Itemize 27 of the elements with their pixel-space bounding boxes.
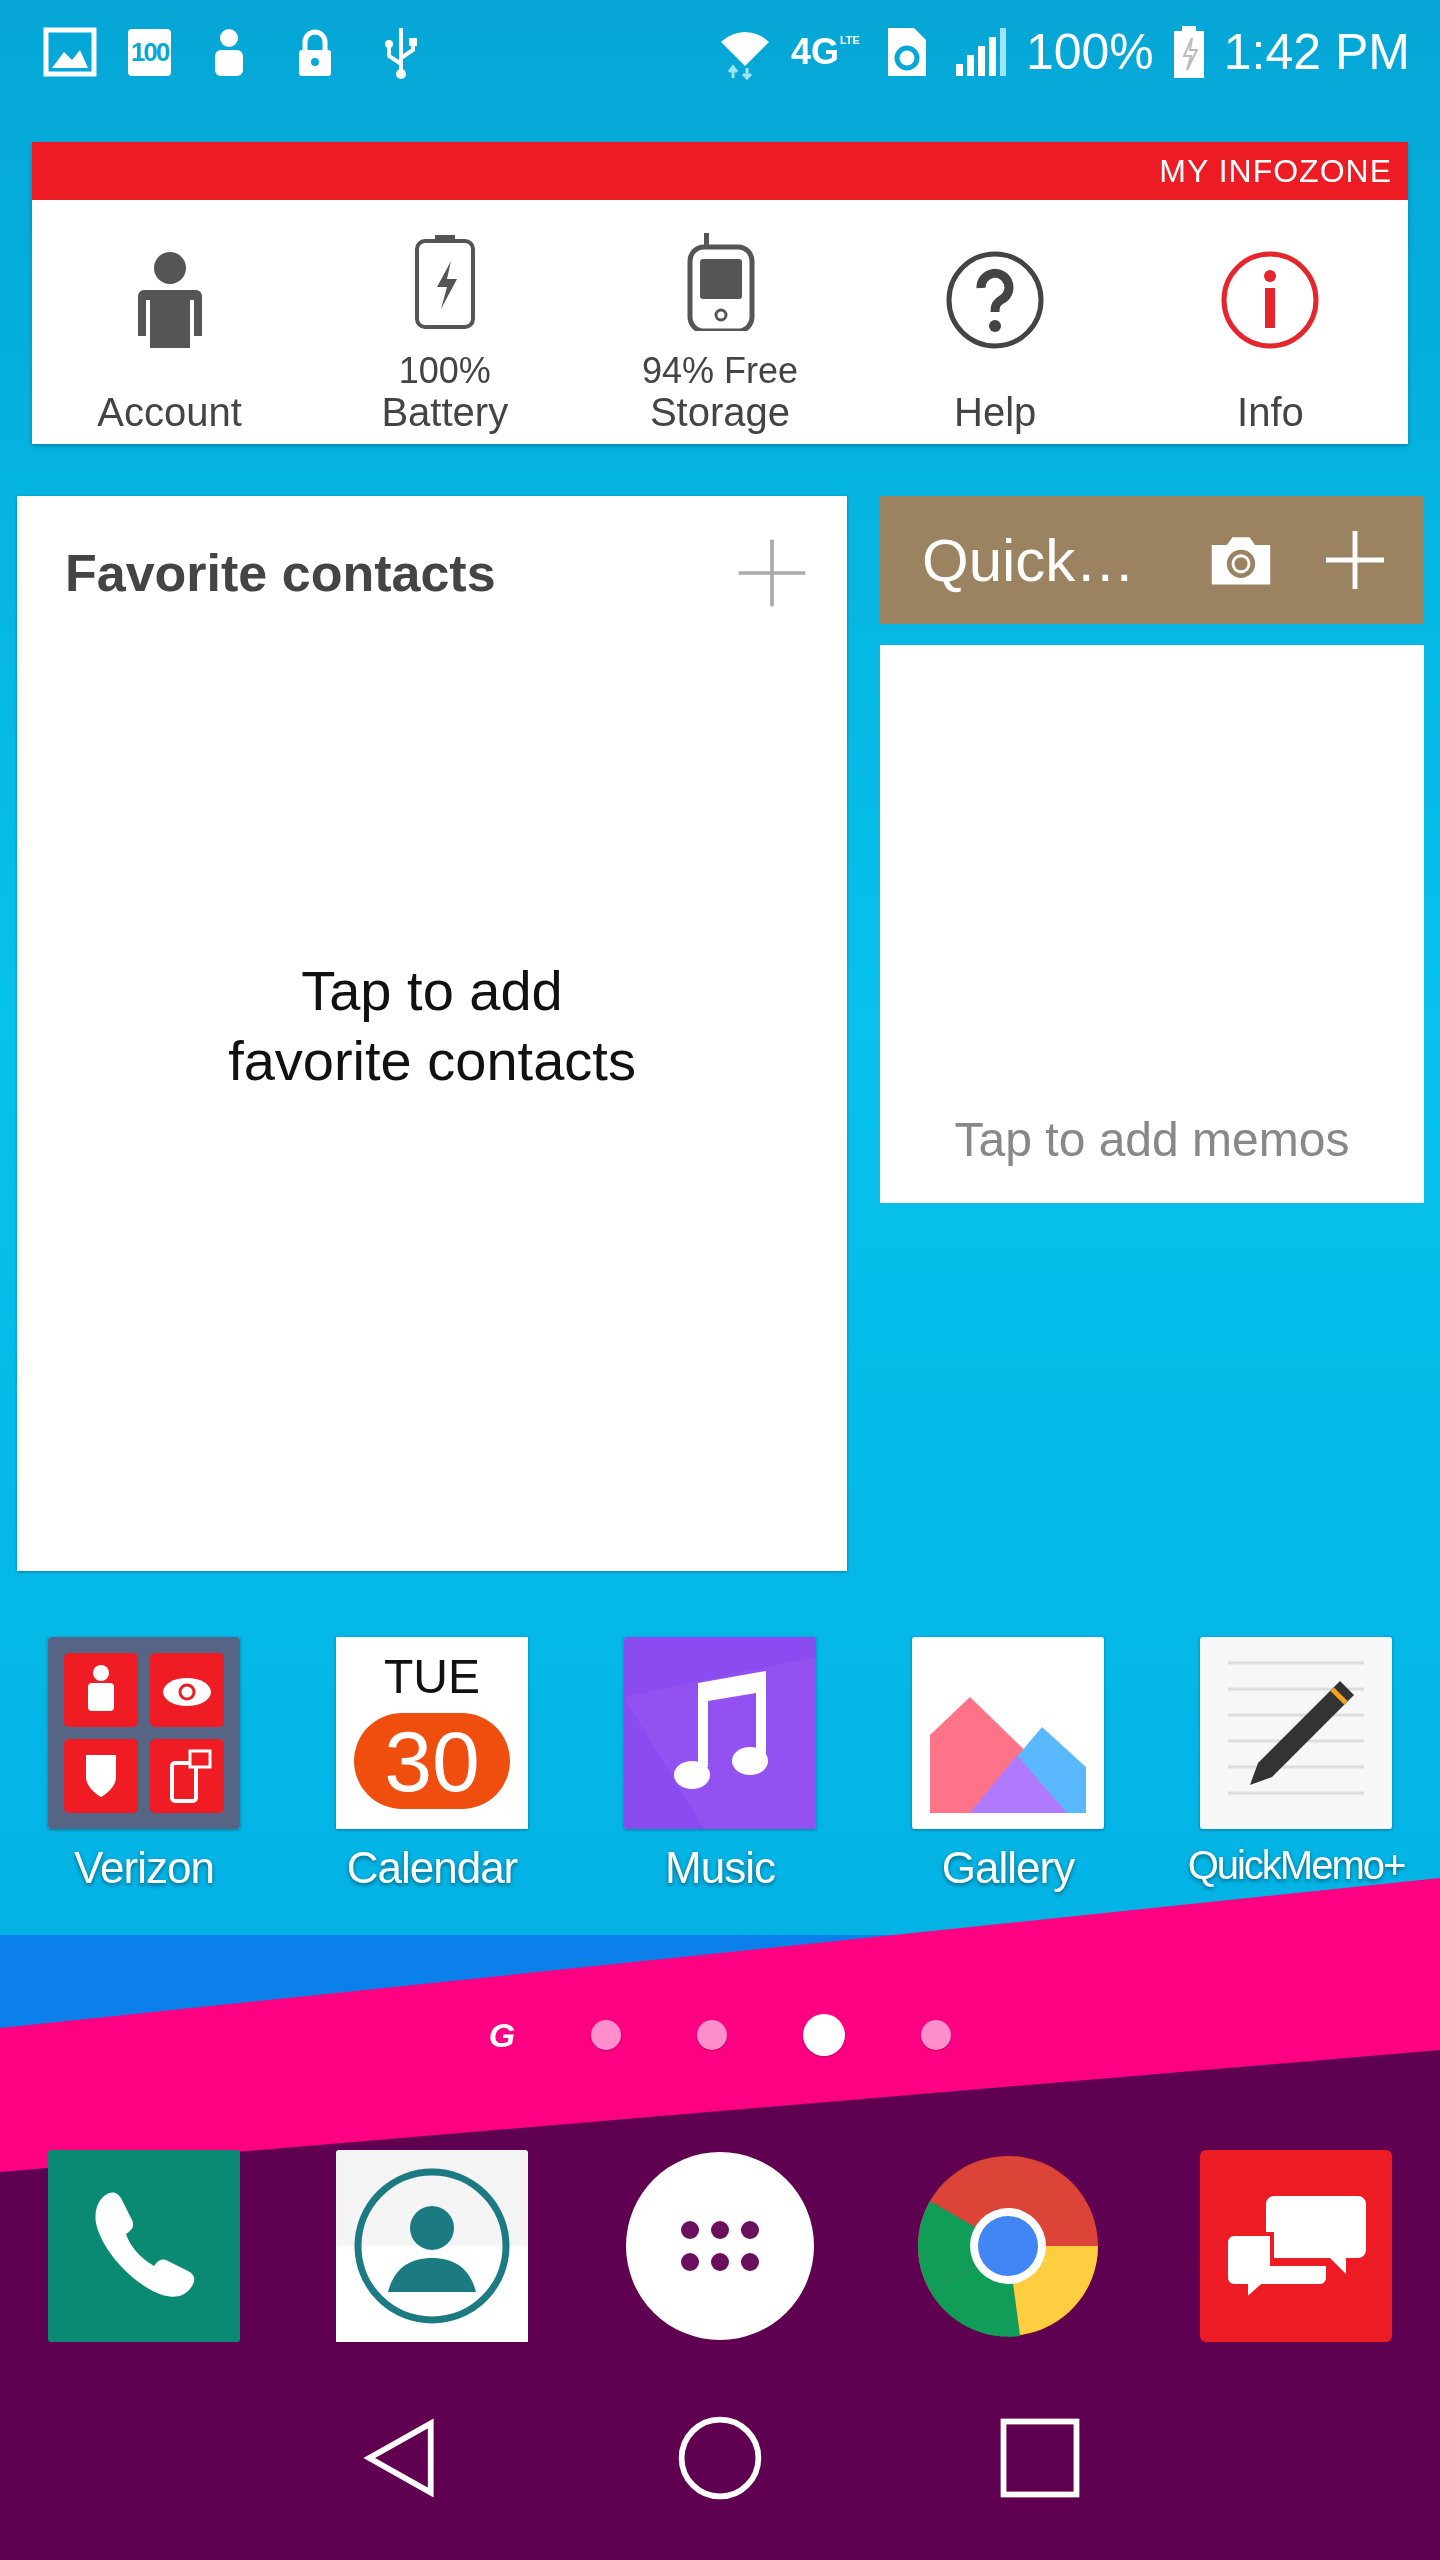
pen-note-icon [1200,1637,1392,1829]
infozone-item[interactable]: 94% Free Storage [582,200,858,444]
infozone-item[interactable]: Info [1132,200,1408,444]
battery-icon [1171,24,1206,80]
home-page-indicator[interactable]: G [488,2015,516,2055]
widget-title: Favorite contacts [65,543,496,603]
app-shortcut[interactable]: TUE 30 Calendar [288,1637,576,1893]
clock: 1:42 PM [1223,23,1410,81]
infozone-item[interactable]: Account [32,200,308,444]
phone-icon[interactable] [48,2150,240,2342]
app-folder-icon [48,1637,240,1829]
calendar-icon: TUE 30 [336,1637,528,1829]
mountains-icon [912,1637,1104,1829]
battery-saver-icon: 100 [128,28,172,76]
infozone-item[interactable]: Help [857,200,1133,444]
app-drawer-icon[interactable] [624,2150,816,2342]
contacts-icon[interactable] [336,2150,528,2342]
info-icon [1220,250,1321,350]
music-note-icon [624,1637,816,1829]
widget-title: Quick… [922,525,1137,595]
widget-title: MY INFOZONE [1159,152,1392,190]
empty-message[interactable]: Tap to add favorite contacts [17,610,847,1571]
help-icon [945,250,1046,350]
infozone-item[interactable]: 100% Battery [307,200,583,444]
memo-area[interactable]: Tap to add memos [880,645,1424,1203]
messages-icon[interactable] [1200,2150,1392,2342]
battery-percent: 100% [1025,23,1154,81]
